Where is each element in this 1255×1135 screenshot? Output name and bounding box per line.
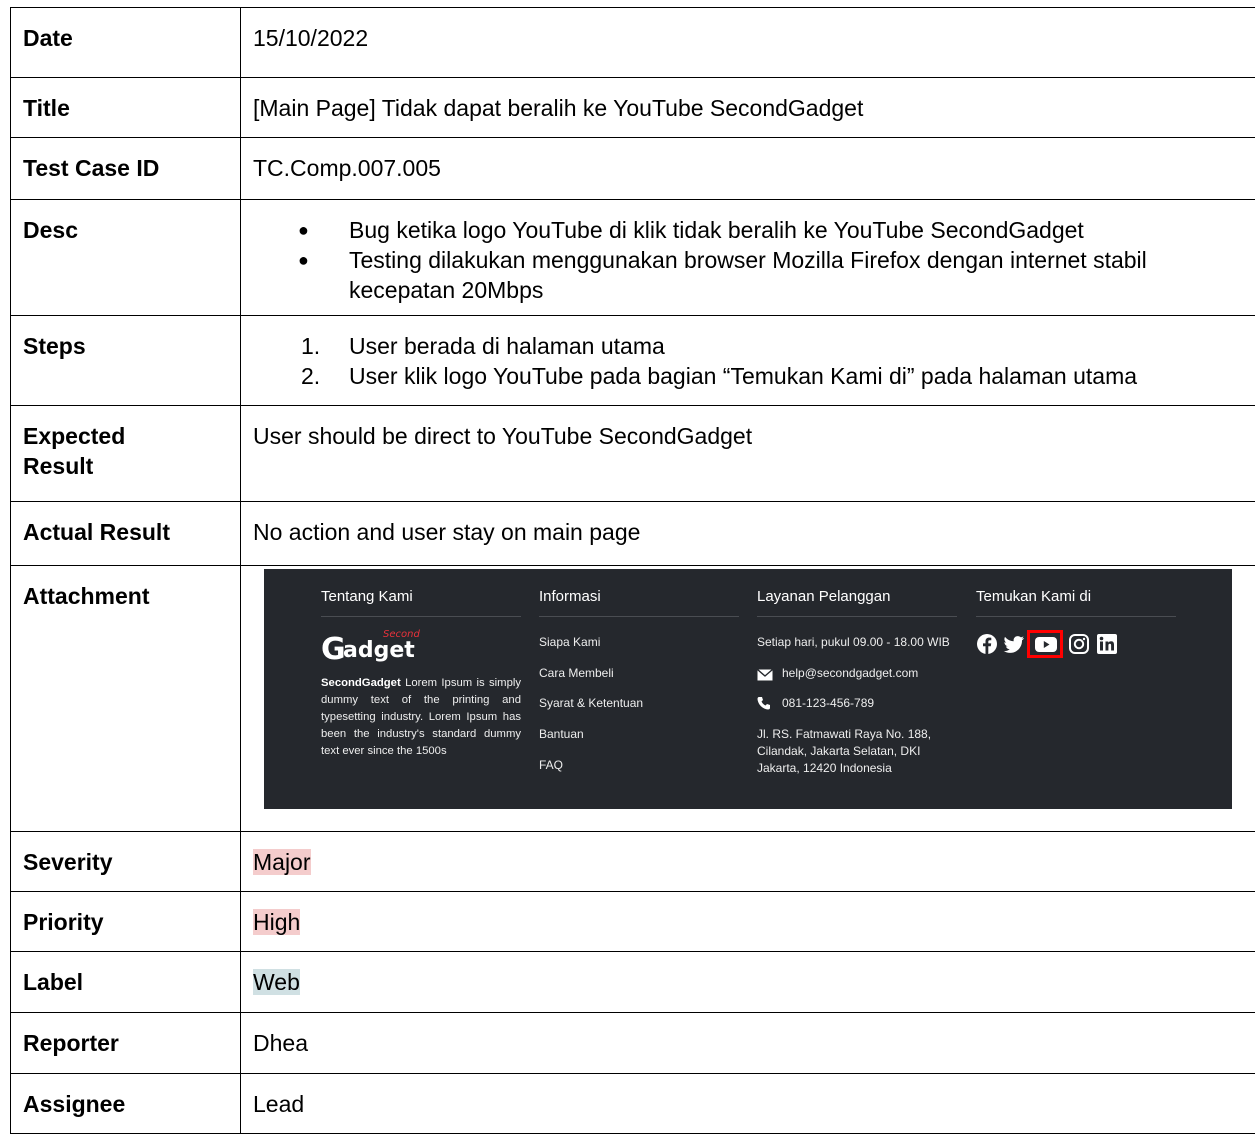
service-hours: Setiap hari, pukul 09.00 - 18.00 WIB bbox=[757, 635, 950, 649]
row-assignee: Assignee Lead bbox=[10, 1073, 1255, 1134]
linkedin-icon[interactable] bbox=[1096, 633, 1118, 655]
mail-icon bbox=[757, 669, 773, 681]
footer-brand: SecondGadget bbox=[321, 677, 401, 689]
footer-link-siapa-kami[interactable]: Siapa Kami bbox=[539, 635, 600, 649]
logo-main: adget bbox=[343, 638, 415, 663]
value-reporter: Dhea bbox=[240, 1012, 1255, 1074]
row-desc: Desc ● Bug ketika logo YouTube di klik ti… bbox=[10, 199, 1255, 316]
row-actual-result: Actual Result No action and user stay on… bbox=[10, 501, 1255, 566]
value-desc: ● Bug ketika logo YouTube di klik tidak b… bbox=[240, 199, 1255, 316]
instagram-icon[interactable] bbox=[1068, 633, 1090, 655]
row-expected-result: Expected Result User should be direct to … bbox=[10, 405, 1255, 502]
value-assignee: Lead bbox=[240, 1073, 1255, 1134]
footer-divider bbox=[321, 616, 521, 617]
row-severity: Severity Major bbox=[10, 831, 1255, 892]
label-date: Date bbox=[10, 7, 241, 78]
footer-heading-info: Informasi bbox=[539, 588, 601, 605]
label-attachment: Attachment bbox=[10, 565, 241, 832]
row-steps: Steps 1. User berada di halaman utama 2. U… bbox=[10, 315, 1255, 406]
label-assignee: Assignee bbox=[10, 1073, 241, 1134]
footer-link-bantuan[interactable]: Bantuan bbox=[539, 727, 584, 741]
value-attachment: Tentang Kami G adget Second SecondGadget… bbox=[240, 565, 1255, 832]
value-priority: High bbox=[240, 891, 1255, 952]
footer-divider bbox=[539, 616, 739, 617]
footer-link-cara-membeli[interactable]: Cara Membeli bbox=[539, 666, 614, 680]
label-expected-line1: Expected bbox=[23, 423, 126, 449]
label-priority: Priority bbox=[10, 891, 241, 952]
desc-list: ● Bug ketika logo YouTube di klik tidak b… bbox=[253, 215, 1249, 305]
service-address-line2: Cilandak, Jakarta Selatan, DKI bbox=[757, 744, 921, 758]
label-actual-result: Actual Result bbox=[10, 501, 241, 566]
bullet-icon: ● bbox=[298, 220, 309, 240]
step-item: 1. User berada di halaman utama bbox=[253, 331, 1249, 361]
label-steps: Steps bbox=[10, 315, 241, 406]
row-test-case-id: Test Case ID TC.Comp.007.005 bbox=[10, 137, 1255, 200]
desc-item-text: Testing dilakukan menggunakan browser Mo… bbox=[349, 247, 1147, 303]
desc-item-text: Bug ketika logo YouTube di klik tidak be… bbox=[349, 217, 1084, 243]
label-title: Title bbox=[10, 77, 241, 138]
step-number: 2. bbox=[301, 363, 321, 389]
desc-item: ● Testing dilakukan menggunakan browser M… bbox=[253, 245, 1249, 305]
logo-g: G bbox=[321, 632, 346, 667]
row-title: Title [Main Page] Tidak dapat beralih ke… bbox=[10, 77, 1255, 138]
footer-heading-service: Layanan Pelanggan bbox=[757, 588, 891, 605]
label-desc: Desc bbox=[10, 199, 241, 316]
service-phone: 081-123-456-789 bbox=[782, 696, 875, 710]
attachment-footer-screenshot: Tentang Kami G adget Second SecondGadget… bbox=[264, 569, 1232, 809]
label-badge: Web bbox=[253, 969, 300, 995]
row-priority: Priority High bbox=[10, 891, 1255, 952]
footer-about-text: SecondGadget Lorem Ipsum is simply dummy… bbox=[321, 675, 521, 760]
value-label: Web bbox=[240, 951, 1255, 1013]
priority-badge: High bbox=[253, 909, 301, 935]
service-address-line3: Jakarta, 12420 Indonesia bbox=[757, 761, 892, 775]
label-label: Label bbox=[10, 951, 241, 1013]
label-expected-line2: Result bbox=[23, 453, 94, 479]
footer-divider bbox=[976, 616, 1176, 617]
phone-icon bbox=[757, 697, 770, 710]
twitter-icon[interactable] bbox=[1003, 633, 1025, 655]
footer-divider bbox=[757, 616, 957, 617]
logo-small: Second bbox=[383, 629, 420, 640]
step-item-text: User berada di halaman utama bbox=[349, 333, 665, 359]
severity-badge: Major bbox=[253, 849, 311, 875]
row-date: Date 15/10/2022 bbox=[10, 7, 1255, 78]
footer-link-syarat[interactable]: Syarat & Ketentuan bbox=[539, 696, 643, 710]
value-steps: 1. User berada di halaman utama 2. User kl… bbox=[240, 315, 1255, 406]
desc-item: ● Bug ketika logo YouTube di klik tidak b… bbox=[253, 215, 1249, 245]
service-email[interactable]: help@secondgadget.com bbox=[782, 666, 918, 680]
service-address-line1: Jl. RS. Fatmawati Raya No. 188, bbox=[757, 727, 932, 741]
step-item: 2. User klik logo YouTube pada bagian “Te… bbox=[253, 361, 1249, 391]
step-number: 1. bbox=[301, 333, 321, 359]
label-test-case-id: Test Case ID bbox=[10, 137, 241, 200]
value-title: [Main Page] Tidak dapat beralih ke YouTu… bbox=[240, 77, 1255, 138]
facebook-icon[interactable] bbox=[976, 633, 998, 655]
value-severity: Major bbox=[240, 831, 1255, 892]
bug-report-table: Date 15/10/2022 Title [Main Page] Tidak … bbox=[10, 7, 1255, 1134]
label-expected-result: Expected Result bbox=[10, 405, 241, 502]
footer-heading-find: Temukan Kami di bbox=[976, 588, 1092, 605]
footer-about-body: Lorem Ipsum is simply dummy text of the … bbox=[321, 677, 522, 757]
value-test-case-id: TC.Comp.007.005 bbox=[240, 137, 1255, 200]
footer-link-faq[interactable]: FAQ bbox=[539, 758, 563, 772]
steps-list: 1. User berada di halaman utama 2. User kl… bbox=[253, 331, 1249, 391]
value-date: 15/10/2022 bbox=[240, 7, 1255, 78]
row-reporter: Reporter Dhea bbox=[10, 1012, 1255, 1074]
value-actual-result: No action and user stay on main page bbox=[240, 501, 1255, 566]
value-expected-result: User should be direct to YouTube SecondG… bbox=[240, 405, 1255, 502]
label-severity: Severity bbox=[10, 831, 241, 892]
annotation-highlight-box bbox=[1027, 630, 1063, 658]
step-item-text: User klik logo YouTube pada bagian “Temu… bbox=[349, 363, 1138, 389]
label-reporter: Reporter bbox=[10, 1012, 241, 1074]
footer-heading-about: Tentang Kami bbox=[321, 588, 413, 605]
secondgadget-logo: G adget Second bbox=[321, 629, 431, 667]
row-attachment: Attachment Tentang Kami G adget Second S… bbox=[10, 565, 1255, 832]
row-label: Label Web bbox=[10, 951, 1255, 1013]
bullet-icon: ● bbox=[298, 250, 309, 270]
